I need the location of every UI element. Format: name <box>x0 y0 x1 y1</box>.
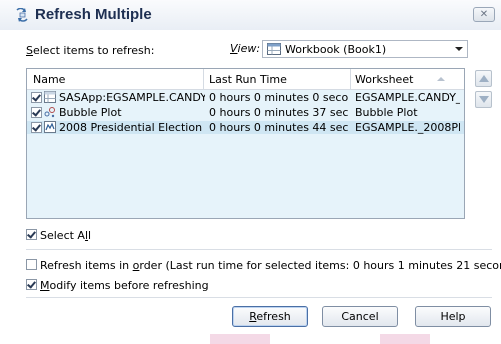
close-button[interactable]: ✕ <box>473 7 495 22</box>
column-header-name[interactable]: Name <box>33 73 65 86</box>
dialog-title: Refresh Multiple <box>35 6 152 23</box>
divider <box>26 297 492 298</box>
row-checkbox[interactable] <box>31 122 42 133</box>
bubble-plot-icon <box>44 107 55 118</box>
view-dropdown[interactable]: Workbook (Book1) <box>262 40 468 58</box>
column-divider[interactable] <box>203 69 204 89</box>
arrow-up-icon <box>479 75 489 82</box>
background-decoration <box>210 334 270 344</box>
arrow-down-icon <box>479 96 489 103</box>
row-checkbox[interactable] <box>31 107 42 118</box>
row-worksheet: Bubble Plot <box>355 106 418 119</box>
table-row[interactable]: SASApp:EGSAMPLE.CANDY_S... 0 hours 0 min… <box>27 91 464 104</box>
row-name: 2008 Presidential Election Tile C... <box>59 121 205 134</box>
refresh-multiple-icon <box>16 8 28 22</box>
cancel-button[interactable]: Cancel <box>322 306 398 327</box>
column-divider[interactable] <box>350 69 351 89</box>
refresh-items-table[interactable]: Name Last Run Time Worksheet SASApp:EGSA… <box>26 68 465 219</box>
refresh-in-order-checkbox-box[interactable] <box>26 259 37 270</box>
chevron-down-icon <box>455 47 463 51</box>
row-checkbox[interactable] <box>31 92 42 103</box>
refresh-multiple-dialog: Refresh Multiple ✕ Select items to refre… <box>0 0 501 344</box>
view-label: View: <box>230 42 261 55</box>
row-worksheet: EGSAMPLE.CANDY_... <box>355 91 460 104</box>
refresh-button[interactable]: Refresh <box>232 306 308 327</box>
row-last-run-time: 0 hours 0 minutes 37 seconds <box>209 106 349 119</box>
close-icon: ✕ <box>479 9 489 20</box>
table-row[interactable]: Bubble Plot 0 hours 0 minutes 37 seconds… <box>27 106 464 119</box>
table-header: Name Last Run Time Worksheet <box>27 69 464 90</box>
row-worksheet: EGSAMPLE._2008PR... <box>355 121 460 134</box>
select-all-checkbox-box[interactable] <box>26 229 37 240</box>
refresh-in-order-label: Refresh items in order (Last run time fo… <box>40 259 501 272</box>
help-button[interactable]: Help <box>415 306 491 327</box>
row-last-run-time: 0 hours 0 minutes 44 seconds <box>209 121 349 134</box>
row-name: SASApp:EGSAMPLE.CANDY_S... <box>59 91 205 104</box>
map-tile-icon <box>44 121 56 133</box>
row-name: Bubble Plot <box>59 106 122 119</box>
sort-indicator-icon <box>437 77 445 81</box>
column-header-last-run-time[interactable]: Last Run Time <box>209 73 287 86</box>
row-last-run-time: 0 hours 0 minutes 0 seconds <box>209 91 349 104</box>
workbook-icon <box>267 43 281 55</box>
select-items-label: Select items to refresh: <box>26 44 155 57</box>
select-all-label: Select All <box>40 229 92 242</box>
title-bar[interactable]: Refresh Multiple ✕ <box>0 0 501 30</box>
move-down-button[interactable] <box>475 91 492 108</box>
move-up-button[interactable] <box>475 70 492 87</box>
view-dropdown-value: Workbook (Book1) <box>285 43 387 56</box>
modify-items-label: Modify items before refreshing <box>40 279 209 292</box>
sas-dataset-icon <box>44 91 56 103</box>
modify-items-checkbox-box[interactable] <box>26 279 37 290</box>
divider <box>26 249 492 250</box>
table-row-selected[interactable]: 2008 Presidential Election Tile C... 0 h… <box>27 121 464 134</box>
background-decoration <box>380 334 430 344</box>
column-header-worksheet[interactable]: Worksheet <box>355 73 413 86</box>
